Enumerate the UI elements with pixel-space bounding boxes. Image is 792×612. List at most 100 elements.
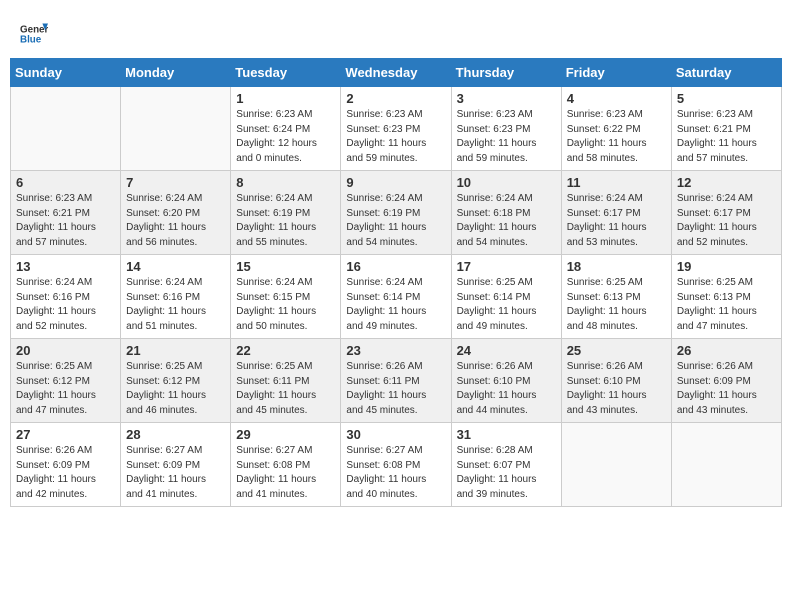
calendar-cell: 2 Sunrise: 6:23 AMSunset: 6:23 PMDaylight… — [341, 87, 451, 171]
calendar-cell: 30 Sunrise: 6:27 AMSunset: 6:08 PMDayligh… — [341, 423, 451, 507]
day-info: Sunrise: 6:28 AMSunset: 6:07 PMDaylight:… — [457, 444, 556, 502]
calendar-cell: 17 Sunrise: 6:25 AMSunset: 6:14 PMDayligh… — [451, 255, 561, 339]
calendar-cell: 13Sunrise: 6:24 AMSunset: 6:16 PMDayligh… — [11, 255, 121, 339]
day-info: Sunrise: 6:24 AMSunset: 6:20 PMDaylight:… — [126, 192, 225, 250]
weekday-header-wednesday: Wednesday — [341, 59, 451, 87]
day-number: 22 — [236, 343, 335, 358]
weekday-header-monday: Monday — [121, 59, 231, 87]
weekday-header-tuesday: Tuesday — [231, 59, 341, 87]
day-info: Sunrise: 6:24 AMSunset: 6:16 PMDaylight:… — [16, 276, 115, 334]
day-info: Sunrise: 6:25 AMSunset: 6:12 PMDaylight:… — [16, 360, 115, 418]
calendar-cell: 24 Sunrise: 6:26 AMSunset: 6:10 PMDayligh… — [451, 339, 561, 423]
calendar-cell: 3 Sunrise: 6:23 AMSunset: 6:23 PMDaylight… — [451, 87, 561, 171]
calendar-cell: 19Sunrise: 6:25 AMSunset: 6:13 PMDayligh… — [671, 255, 781, 339]
day-info: Sunrise: 6:27 AMSunset: 6:08 PMDaylight:… — [346, 444, 445, 502]
day-number: 8 — [236, 175, 335, 190]
calendar-cell: 6Sunrise: 6:23 AMSunset: 6:21 PMDaylight… — [11, 171, 121, 255]
day-number: 30 — [346, 427, 445, 442]
day-info: Sunrise: 6:24 AMSunset: 6:18 PMDaylight:… — [457, 192, 556, 250]
calendar-week-3: 13Sunrise: 6:24 AMSunset: 6:16 PMDayligh… — [11, 255, 782, 339]
day-number: 5 — [677, 91, 776, 106]
weekday-header-saturday: Saturday — [671, 59, 781, 87]
calendar-table: SundayMondayTuesdayWednesdayThursdayFrid… — [10, 58, 782, 507]
logo-icon: General Blue — [20, 20, 48, 48]
day-info: Sunrise: 6:26 AMSunset: 6:10 PMDaylight:… — [457, 360, 556, 418]
day-info: Sunrise: 6:23 AMSunset: 6:23 PMDaylight:… — [457, 108, 556, 166]
day-info: Sunrise: 6:24 AMSunset: 6:17 PMDaylight:… — [567, 192, 666, 250]
day-number: 26 — [677, 343, 776, 358]
calendar-cell: 28 Sunrise: 6:27 AMSunset: 6:09 PMDayligh… — [121, 423, 231, 507]
day-info: Sunrise: 6:25 AMSunset: 6:14 PMDaylight:… — [457, 276, 556, 334]
calendar-week-4: 20 Sunrise: 6:25 AMSunset: 6:12 PMDayligh… — [11, 339, 782, 423]
calendar-cell: 12 Sunrise: 6:24 AMSunset: 6:17 PMDayligh… — [671, 171, 781, 255]
day-number: 1 — [236, 91, 335, 106]
day-number: 27 — [16, 427, 115, 442]
calendar-cell: 11 Sunrise: 6:24 AMSunset: 6:17 PMDayligh… — [561, 171, 671, 255]
day-info: Sunrise: 6:23 AMSunset: 6:24 PMDaylight:… — [236, 108, 335, 166]
calendar-cell — [561, 423, 671, 507]
calendar-cell: 26 Sunrise: 6:26 AMSunset: 6:09 PMDayligh… — [671, 339, 781, 423]
calendar-cell: 14 Sunrise: 6:24 AMSunset: 6:16 PMDayligh… — [121, 255, 231, 339]
day-number: 28 — [126, 427, 225, 442]
day-number: 23 — [346, 343, 445, 358]
day-number: 4 — [567, 91, 666, 106]
day-number: 16 — [346, 259, 445, 274]
day-number: 20 — [16, 343, 115, 358]
day-number: 17 — [457, 259, 556, 274]
day-number: 2 — [346, 91, 445, 106]
calendar-cell: 9 Sunrise: 6:24 AMSunset: 6:19 PMDaylight… — [341, 171, 451, 255]
day-number: 18 — [567, 259, 666, 274]
day-info: Sunrise: 6:26 AMSunset: 6:10 PMDaylight:… — [567, 360, 666, 418]
day-number: 12 — [677, 175, 776, 190]
day-info: Sunrise: 6:26 AMSunset: 6:09 PMDaylight:… — [677, 360, 776, 418]
calendar-cell: 25Sunrise: 6:26 AMSunset: 6:10 PMDayligh… — [561, 339, 671, 423]
day-info: Sunrise: 6:23 AMSunset: 6:23 PMDaylight:… — [346, 108, 445, 166]
calendar-cell: 18 Sunrise: 6:25 AMSunset: 6:13 PMDayligh… — [561, 255, 671, 339]
day-number: 14 — [126, 259, 225, 274]
logo: General Blue — [20, 20, 48, 48]
day-number: 11 — [567, 175, 666, 190]
calendar-cell: 31 Sunrise: 6:28 AMSunset: 6:07 PMDayligh… — [451, 423, 561, 507]
day-info: Sunrise: 6:26 AMSunset: 6:11 PMDaylight:… — [346, 360, 445, 418]
calendar-cell: 22 Sunrise: 6:25 AMSunset: 6:11 PMDayligh… — [231, 339, 341, 423]
svg-text:Blue: Blue — [20, 34, 42, 45]
day-number: 7 — [126, 175, 225, 190]
day-info: Sunrise: 6:24 AMSunset: 6:19 PMDaylight:… — [346, 192, 445, 250]
day-info: Sunrise: 6:25 AMSunset: 6:13 PMDaylight:… — [567, 276, 666, 334]
day-number: 19 — [677, 259, 776, 274]
day-info: Sunrise: 6:25 AMSunset: 6:11 PMDaylight:… — [236, 360, 335, 418]
calendar-cell: 20 Sunrise: 6:25 AMSunset: 6:12 PMDayligh… — [11, 339, 121, 423]
calendar-week-1: 1 Sunrise: 6:23 AMSunset: 6:24 PMDaylight… — [11, 87, 782, 171]
day-number: 31 — [457, 427, 556, 442]
day-number: 3 — [457, 91, 556, 106]
calendar-week-2: 6Sunrise: 6:23 AMSunset: 6:21 PMDaylight… — [11, 171, 782, 255]
day-number: 29 — [236, 427, 335, 442]
weekday-header-row: SundayMondayTuesdayWednesdayThursdayFrid… — [11, 59, 782, 87]
weekday-header-friday: Friday — [561, 59, 671, 87]
calendar-cell: 23 Sunrise: 6:26 AMSunset: 6:11 PMDayligh… — [341, 339, 451, 423]
calendar-cell: 10 Sunrise: 6:24 AMSunset: 6:18 PMDayligh… — [451, 171, 561, 255]
day-info: Sunrise: 6:24 AMSunset: 6:17 PMDaylight:… — [677, 192, 776, 250]
day-info: Sunrise: 6:27 AMSunset: 6:08 PMDaylight:… — [236, 444, 335, 502]
day-info: Sunrise: 6:23 AMSunset: 6:22 PMDaylight:… — [567, 108, 666, 166]
calendar-week-5: 27Sunrise: 6:26 AMSunset: 6:09 PMDayligh… — [11, 423, 782, 507]
day-number: 10 — [457, 175, 556, 190]
weekday-header-sunday: Sunday — [11, 59, 121, 87]
day-number: 9 — [346, 175, 445, 190]
calendar-cell — [11, 87, 121, 171]
day-number: 6 — [16, 175, 115, 190]
day-info: Sunrise: 6:24 AMSunset: 6:16 PMDaylight:… — [126, 276, 225, 334]
day-info: Sunrise: 6:24 AMSunset: 6:15 PMDaylight:… — [236, 276, 335, 334]
day-number: 21 — [126, 343, 225, 358]
calendar-cell — [121, 87, 231, 171]
calendar-cell: 5Sunrise: 6:23 AMSunset: 6:21 PMDaylight… — [671, 87, 781, 171]
day-number: 24 — [457, 343, 556, 358]
page-header: General Blue — [10, 10, 782, 53]
calendar-cell: 21Sunrise: 6:25 AMSunset: 6:12 PMDayligh… — [121, 339, 231, 423]
calendar-cell: 7 Sunrise: 6:24 AMSunset: 6:20 PMDaylight… — [121, 171, 231, 255]
day-number: 15 — [236, 259, 335, 274]
calendar-cell: 15 Sunrise: 6:24 AMSunset: 6:15 PMDayligh… — [231, 255, 341, 339]
day-info: Sunrise: 6:27 AMSunset: 6:09 PMDaylight:… — [126, 444, 225, 502]
day-info: Sunrise: 6:24 AMSunset: 6:19 PMDaylight:… — [236, 192, 335, 250]
day-info: Sunrise: 6:24 AMSunset: 6:14 PMDaylight:… — [346, 276, 445, 334]
